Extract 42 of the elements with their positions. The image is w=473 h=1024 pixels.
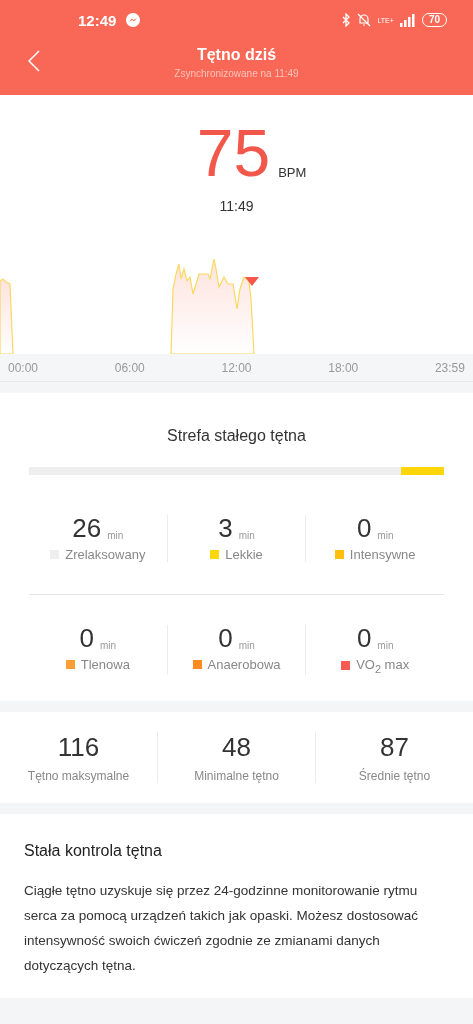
axis-label: 00:00	[8, 360, 39, 375]
sync-subtitle: Zsynchronizowane na 11:49	[174, 68, 299, 79]
axis-label: 23:59	[434, 360, 465, 375]
zone-minutes: 0	[356, 515, 372, 541]
axis-label: 12:00	[221, 360, 252, 375]
stat-value: 116	[57, 731, 100, 763]
zone-label: Lekkie	[225, 547, 263, 562]
stat-label: Tętno maksymalne	[27, 768, 130, 783]
zone-minutes: 0	[356, 625, 372, 651]
axis-label: 06:00	[114, 360, 145, 375]
messenger-icon	[126, 13, 141, 27]
zone-label: Anaerobowa	[207, 657, 281, 672]
minutes-unit: min	[238, 640, 255, 651]
zone-label: Tlenowa	[80, 657, 130, 672]
heart-rate-unit: BPM	[278, 165, 307, 180]
zone-minutes: 3	[218, 515, 233, 541]
status-time: 12:49	[78, 11, 117, 29]
minutes-unit: min	[377, 530, 394, 541]
zone-minutes: 0	[218, 625, 233, 651]
minutes-unit: min	[377, 640, 394, 651]
axis-label: 18:00	[328, 360, 359, 375]
stat-label: Minimalne tętno	[194, 768, 279, 783]
zone-label: VO$_{2}$ max	[356, 657, 410, 675]
page-title: Tętno dziś	[196, 46, 277, 64]
info-paragraph: Ciągłe tętno uzyskuje się przez 24-godzinne monitorowanie rytmu serca za pomocą urządzeń takich jak opaski. Możesz dostosować intensywność swoich ćwiczeń zgodnie ze zmianami danych dotyczących tętna.	[24, 881, 419, 975]
alarm-off-icon	[357, 13, 372, 27]
zone-label: Intensywne	[349, 547, 416, 562]
reading-time: 11:49	[219, 198, 254, 214]
stat-value: 87	[380, 731, 409, 763]
minutes-unit: min	[238, 530, 255, 541]
zone-minutes: 26	[72, 515, 102, 541]
section-title: Strefa stałego tętna	[167, 427, 306, 445]
stat-value: 48	[222, 731, 251, 763]
heart-rate-value: 75	[196, 120, 271, 186]
minutes-unit: min	[107, 530, 124, 541]
zone-label: Zrelaksowany	[65, 547, 146, 562]
zone-minutes: 0	[79, 625, 94, 651]
signal-icon	[399, 13, 416, 27]
info-title: Stała kontrola tętna	[24, 841, 162, 859]
bluetooth-icon	[342, 13, 352, 27]
stat-label: Średnie tętno	[358, 768, 431, 783]
minutes-unit: min	[100, 640, 117, 651]
